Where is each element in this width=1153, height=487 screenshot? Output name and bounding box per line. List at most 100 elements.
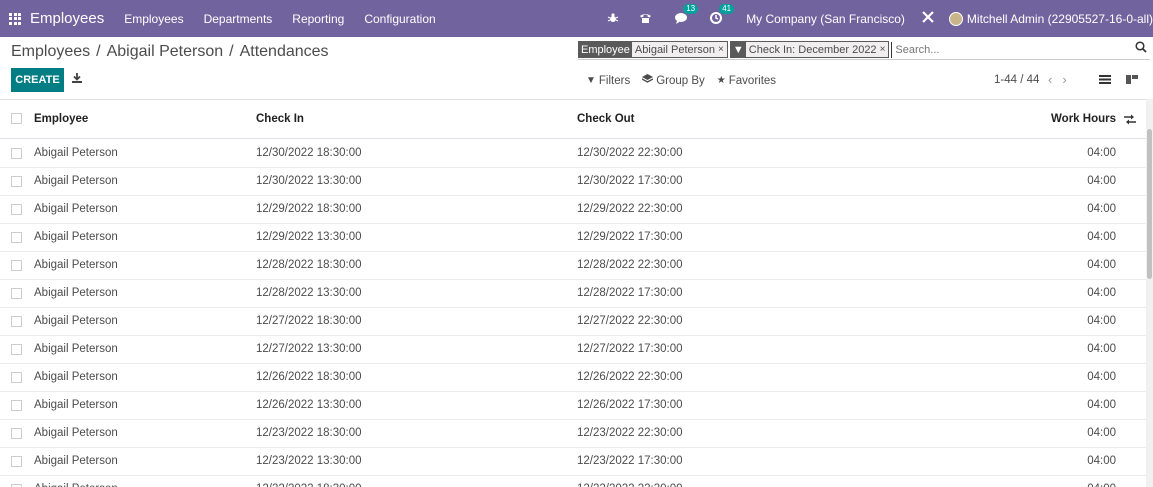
menu-reporting[interactable]: Reporting	[292, 12, 344, 26]
search-facet-filter: ▼ Check In: December 2022 ×	[729, 41, 890, 58]
column-employee[interactable]: Employee	[34, 113, 88, 125]
company-switcher[interactable]: My Company (San Francisco)	[746, 12, 905, 26]
cell-check-in: 12/28/2022 18:30:00	[256, 259, 362, 271]
facet-remove-icon[interactable]: ×	[879, 42, 889, 57]
activities-badge: 41	[719, 3, 735, 14]
pager-nav: ‹ ›	[1048, 72, 1077, 87]
cell-employee: Abigail Peterson	[34, 343, 118, 355]
row-checkbox[interactable]	[11, 344, 22, 355]
app-grid-icon[interactable]	[9, 12, 21, 25]
row-checkbox[interactable]	[11, 176, 22, 187]
filters-label: Filters	[598, 74, 631, 87]
row-checkbox[interactable]	[11, 260, 22, 271]
row-checkbox[interactable]	[11, 456, 22, 467]
search-bar: Employee Abigail Peterson × ▼ Check In: …	[578, 40, 1150, 60]
cell-work-hours: 04:00	[1087, 175, 1116, 187]
select-all-checkbox[interactable]	[11, 113, 22, 124]
column-check-in[interactable]: Check In	[256, 113, 304, 125]
groupby-toggle[interactable]: Group By	[641, 74, 705, 87]
cell-employee: Abigail Peterson	[34, 315, 118, 327]
table-row[interactable]: Abigail Peterson 12/29/2022 13:30:00 12/29…	[0, 224, 1146, 252]
table-header: Employee Check In Check Out Work Hours	[0, 100, 1146, 139]
table-row[interactable]: Abigail Peterson 12/26/2022 13:30:00 12/26…	[0, 392, 1146, 420]
cell-work-hours: 04:00	[1087, 147, 1116, 159]
row-checkbox[interactable]	[11, 428, 22, 439]
cell-check-in: 12/28/2022 13:30:00	[256, 287, 362, 299]
cell-employee: Abigail Peterson	[34, 287, 118, 299]
pager-value[interactable]: 1-44 / 44	[994, 74, 1039, 86]
activities-icon[interactable]: 41	[710, 3, 735, 27]
filters-toggle[interactable]: ▼ Filters	[586, 74, 630, 87]
cell-work-hours: 04:00	[1087, 287, 1116, 299]
favorites-toggle[interactable]: ★ Favorites	[717, 74, 776, 87]
cell-work-hours: 04:00	[1087, 483, 1116, 487]
user-menu[interactable]: Mitchell Admin (22905527-16-0-all)	[967, 12, 1153, 26]
cell-employee: Abigail Peterson	[34, 427, 118, 439]
top-navbar: Employees Employees Departments Reportin…	[0, 0, 1153, 37]
create-button[interactable]: CREATE	[11, 68, 64, 92]
previous-page-icon[interactable]: ‹	[1048, 72, 1052, 87]
bug-icon[interactable]	[607, 11, 619, 27]
menu-employees[interactable]: Employees	[124, 12, 183, 26]
search-input[interactable]	[891, 41, 1132, 58]
row-checkbox[interactable]	[11, 288, 22, 299]
table-row[interactable]: Abigail Peterson 12/28/2022 13:30:00 12/28…	[0, 280, 1146, 308]
attendance-table: Employee Check In Check Out Work Hours A…	[0, 99, 1153, 487]
table-row[interactable]: Abigail Peterson 12/23/2022 13:30:00 12/23…	[0, 448, 1146, 476]
column-check-out[interactable]: Check Out	[577, 113, 635, 125]
cell-employee: Abigail Peterson	[34, 175, 118, 187]
table-row[interactable]: Abigail Peterson 12/27/2022 13:30:00 12/27…	[0, 336, 1146, 364]
app-title[interactable]: Employees	[30, 10, 104, 27]
table-row[interactable]: Abigail Peterson 12/30/2022 13:30:00 12/30…	[0, 168, 1146, 196]
cell-work-hours: 04:00	[1087, 427, 1116, 439]
cell-work-hours: 04:00	[1087, 371, 1116, 383]
column-work-hours[interactable]: Work Hours	[1051, 113, 1116, 125]
download-icon[interactable]	[71, 72, 83, 87]
list-view-icon[interactable]	[1099, 74, 1111, 88]
table-row[interactable]: Abigail Peterson 12/26/2022 18:30:00 12/26…	[0, 364, 1146, 392]
table-row[interactable]: Abigail Peterson 12/27/2022 18:30:00 12/27…	[0, 308, 1146, 336]
filter-icon: ▼	[730, 42, 746, 57]
cell-work-hours: 04:00	[1087, 315, 1116, 327]
groupby-label: Group By	[656, 74, 705, 87]
debug-tools-icon[interactable]	[921, 10, 935, 27]
row-checkbox[interactable]	[11, 232, 22, 243]
cell-employee: Abigail Peterson	[34, 259, 118, 271]
cell-employee: Abigail Peterson	[34, 147, 118, 159]
cell-check-in: 12/27/2022 18:30:00	[256, 315, 362, 327]
optional-columns-icon[interactable]	[1124, 114, 1136, 128]
table-row[interactable]: Abigail Peterson 12/22/2022 18:30:00 12/22…	[0, 476, 1146, 487]
facet-remove-icon[interactable]: ×	[718, 42, 727, 57]
breadcrumb-employee[interactable]: Abigail Peterson	[107, 43, 224, 60]
breadcrumb: Employees / Abigail Peterson / Attendances	[11, 43, 329, 61]
cell-check-out: 12/23/2022 22:30:00	[577, 427, 683, 439]
scrollbar[interactable]	[1146, 99, 1153, 487]
row-checkbox[interactable]	[11, 204, 22, 215]
table-row[interactable]: Abigail Peterson 12/30/2022 18:30:00 12/30…	[0, 140, 1146, 168]
breadcrumb-employees[interactable]: Employees	[11, 43, 90, 60]
cell-check-in: 12/26/2022 13:30:00	[256, 399, 362, 411]
messages-icon[interactable]: 13	[674, 3, 699, 27]
favorites-label: Favorites	[728, 74, 777, 87]
row-checkbox[interactable]	[11, 400, 22, 411]
table-row[interactable]: Abigail Peterson 12/28/2022 18:30:00 12/28…	[0, 252, 1146, 280]
scrollbar-thumb[interactable]	[1147, 129, 1152, 279]
avatar[interactable]	[948, 11, 963, 26]
menu-configuration[interactable]: Configuration	[364, 12, 435, 26]
cell-check-in: 12/22/2022 18:30:00	[256, 483, 362, 487]
phone-icon[interactable]	[639, 11, 652, 27]
cell-check-out: 12/27/2022 17:30:00	[577, 343, 683, 355]
messages-badge: 13	[683, 3, 699, 14]
row-checkbox[interactable]	[11, 316, 22, 327]
next-page-icon[interactable]: ›	[1062, 72, 1066, 87]
menu-departments[interactable]: Departments	[204, 12, 273, 26]
search-icon[interactable]	[1135, 41, 1147, 56]
table-row[interactable]: Abigail Peterson 12/29/2022 18:30:00 12/29…	[0, 196, 1146, 224]
facet-label: Employee	[579, 42, 632, 57]
row-checkbox[interactable]	[11, 148, 22, 159]
kanban-view-icon[interactable]	[1126, 74, 1138, 88]
cell-employee: Abigail Peterson	[34, 231, 118, 243]
table-row[interactable]: Abigail Peterson 12/23/2022 18:30:00 12/23…	[0, 420, 1146, 448]
row-checkbox[interactable]	[11, 372, 22, 383]
cell-work-hours: 04:00	[1087, 203, 1116, 215]
